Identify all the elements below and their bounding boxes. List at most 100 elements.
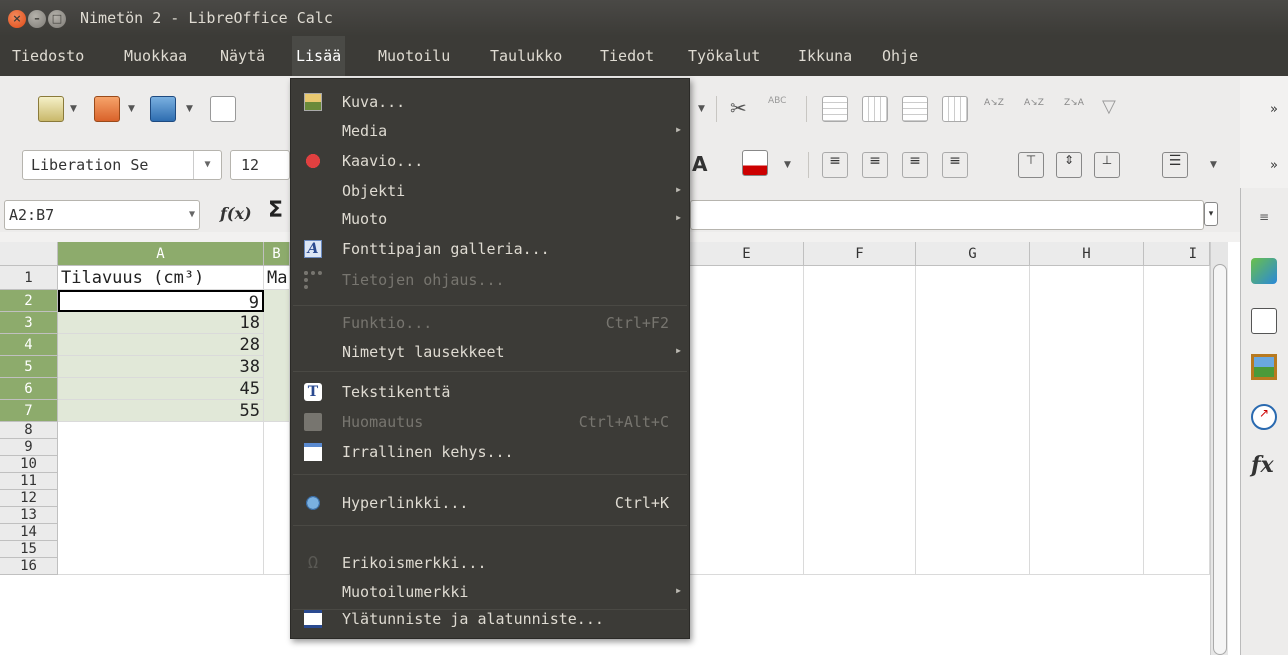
sort-icon[interactable]: Z↘A	[1064, 98, 1090, 124]
font-color-a-icon[interactable]: A	[692, 152, 718, 178]
row-header-14[interactable]: 14	[0, 524, 58, 541]
column-header-i[interactable]: I	[1144, 242, 1210, 266]
cell-a6[interactable]: 45	[58, 378, 264, 400]
close-window-icon[interactable]: ×	[8, 10, 26, 28]
menu-muokkaa[interactable]: Muokkaa	[124, 36, 187, 76]
scrollbar-thumb[interactable]	[1213, 264, 1227, 655]
name-box[interactable]: A2:B7 ▼	[4, 200, 200, 230]
sum-icon[interactable]: Σ	[268, 198, 283, 223]
new-document-icon[interactable]	[38, 96, 64, 122]
menu-tiedosto[interactable]: Tiedosto	[12, 36, 84, 76]
properties-icon[interactable]	[1251, 258, 1277, 284]
vertical-scrollbar[interactable]	[1210, 242, 1228, 655]
autofilter-icon[interactable]: ▽	[1102, 96, 1128, 122]
row-header-13[interactable]: 13	[0, 507, 58, 524]
menu-item-irrallinen-kehys[interactable]: Irrallinen kehys...	[291, 437, 689, 467]
new-dropdown-icon[interactable]: ▼	[70, 104, 77, 114]
menu-ohje[interactable]: Ohje	[882, 36, 918, 76]
save-icon[interactable]	[150, 96, 176, 122]
column-header-a[interactable]: A	[58, 242, 264, 266]
column-e-cells[interactable]	[690, 266, 804, 575]
align-top-icon[interactable]: ⊤	[1018, 152, 1044, 178]
menu-item-media[interactable]: Media ▶	[291, 116, 689, 146]
align-left-icon[interactable]: ≡	[822, 152, 848, 178]
sort-ascending-icon[interactable]: A↘Z	[984, 98, 1010, 124]
font-name-dropdown-icon[interactable]: ▼	[193, 151, 221, 179]
menu-item-kuva[interactable]: Kuva...	[291, 87, 689, 117]
toolbar-overflow-icon[interactable]: »	[1270, 158, 1278, 173]
open-dropdown-icon[interactable]: ▼	[128, 104, 135, 114]
sidebar-menu-icon[interactable]: ≡	[1251, 210, 1277, 236]
insert-columns-icon[interactable]	[862, 96, 888, 122]
open-folder-icon[interactable]	[94, 96, 120, 122]
column-header-g[interactable]: G	[916, 242, 1030, 266]
formula-input[interactable]	[690, 200, 1204, 230]
functions-icon[interactable]: fx	[1251, 452, 1277, 478]
gallery-icon[interactable]	[1251, 354, 1277, 380]
insert-rows-icon[interactable]	[822, 96, 848, 122]
minimize-window-icon[interactable]: –	[28, 10, 46, 28]
expand-formula-icon[interactable]: ▾	[1204, 202, 1218, 226]
column-i-cells[interactable]	[1144, 266, 1210, 575]
menu-item-ylatunniste[interactable]: Ylätunniste ja alatunniste...	[291, 604, 689, 634]
borders-dropdown-icon[interactable]: ▼	[1210, 160, 1217, 170]
justify-icon[interactable]: ≡	[942, 152, 968, 178]
clone-formatting-icon[interactable]: ✂	[730, 96, 756, 122]
export-pdf-icon[interactable]	[210, 96, 236, 122]
sort-descending-icon[interactable]: A↘Z	[1024, 98, 1050, 124]
menu-ikkuna[interactable]: Ikkuna	[798, 36, 852, 76]
row-header-10[interactable]: 10	[0, 456, 58, 473]
spellcheck-icon[interactable]: ABC	[768, 96, 794, 122]
row-header-9[interactable]: 9	[0, 439, 58, 456]
redo-dropdown-icon[interactable]: ▼	[698, 104, 705, 114]
navigator-icon[interactable]: ↗	[1251, 404, 1277, 430]
toolbar-overflow-icon[interactable]: »	[1270, 102, 1278, 117]
cell-a5[interactable]: 38	[58, 356, 264, 378]
column-header-e[interactable]: E	[690, 242, 804, 266]
menu-item-objekti[interactable]: Objekti ▶	[291, 176, 689, 206]
row-header-3[interactable]: 3	[0, 312, 58, 334]
highlight-dropdown-icon[interactable]: ▼	[784, 160, 791, 170]
menu-tyokalut[interactable]: Työkalut	[688, 36, 760, 76]
row-header-5[interactable]: 5	[0, 356, 58, 378]
row-header-11[interactable]: 11	[0, 473, 58, 490]
menu-lisaa[interactable]: Lisää	[292, 36, 346, 76]
align-right-icon[interactable]: ≡	[902, 152, 928, 178]
align-middle-icon[interactable]: ⇕	[1056, 152, 1082, 178]
row-header-8[interactable]: 8	[0, 422, 58, 439]
cell-a3[interactable]: 18	[58, 312, 264, 334]
column-g-cells[interactable]	[916, 266, 1030, 575]
menu-item-kaavio[interactable]: Kaavio...	[291, 146, 689, 176]
column-f-cells[interactable]	[804, 266, 916, 575]
menu-taulukko[interactable]: Taulukko	[490, 36, 562, 76]
cell-a4[interactable]: 28	[58, 334, 264, 356]
align-bottom-icon[interactable]: ⊥	[1094, 152, 1120, 178]
borders-icon[interactable]: ☰	[1162, 152, 1188, 178]
row-header-7[interactable]: 7	[0, 400, 58, 422]
column-header-b[interactable]: B	[264, 242, 290, 266]
menu-item-muoto[interactable]: Muoto ▶	[291, 204, 689, 234]
row-header-1[interactable]: 1	[0, 266, 58, 290]
row-header-12[interactable]: 12	[0, 490, 58, 507]
function-wizard-icon[interactable]: f(x)	[220, 204, 252, 223]
cell-a2[interactable]: 9	[58, 290, 264, 312]
cell-b1[interactable]: Ma	[264, 266, 290, 290]
corner-select-all[interactable]	[0, 242, 58, 266]
column-h-cells[interactable]	[1030, 266, 1144, 575]
delete-columns-icon[interactable]	[942, 96, 968, 122]
menu-item-hyperlinkki[interactable]: Hyperlinkki... Ctrl+K	[291, 488, 689, 518]
font-name-combobox[interactable]: Liberation Se ▼	[22, 150, 222, 180]
row-header-15[interactable]: 15	[0, 541, 58, 558]
menu-item-muotoilumerkki[interactable]: Muotoilumerkki ▶	[291, 577, 689, 607]
name-box-dropdown-icon[interactable]: ▼	[189, 201, 195, 229]
row-header-2[interactable]: 2	[0, 290, 58, 312]
row-header-6[interactable]: 6	[0, 378, 58, 400]
empty-cells-a[interactable]	[58, 422, 264, 575]
cell-a1[interactable]: Tilavuus (cm³)	[58, 266, 264, 290]
save-dropdown-icon[interactable]: ▼	[186, 104, 193, 114]
align-center-icon[interactable]: ≡	[862, 152, 888, 178]
maximize-window-icon[interactable]: □	[48, 10, 66, 28]
menu-item-tekstikentta[interactable]: T Tekstikenttä	[291, 377, 689, 407]
highlight-color-icon[interactable]	[742, 150, 768, 176]
cells-b2-b7[interactable]	[264, 290, 290, 422]
